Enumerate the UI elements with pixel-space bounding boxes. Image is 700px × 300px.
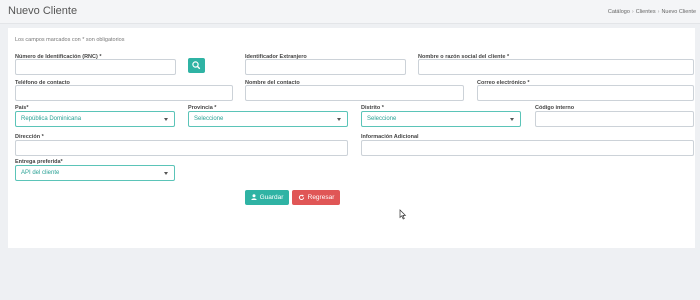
breadcrumb: Catálogo › Clientes › Nuevo Cliente bbox=[608, 9, 696, 15]
pais-selected: República Dominicana bbox=[21, 116, 82, 122]
chevron-down-icon bbox=[164, 172, 168, 175]
extranjero-input[interactable] bbox=[245, 59, 406, 75]
page-header: Nuevo Cliente Catálogo › Clientes › Nuevo Cl… bbox=[0, 0, 700, 24]
mouse-cursor-icon bbox=[399, 209, 407, 220]
direccion-input[interactable] bbox=[15, 140, 348, 156]
search-rnc-button[interactable] bbox=[188, 58, 205, 73]
refresh-icon bbox=[298, 194, 304, 200]
codigo-input[interactable] bbox=[535, 111, 694, 127]
breadcrumb-separator: › bbox=[657, 9, 660, 15]
chevron-down-icon bbox=[510, 118, 514, 121]
nombre-input[interactable] bbox=[418, 59, 694, 75]
back-label: Regresar bbox=[307, 194, 335, 201]
breadcrumb-catalogo[interactable]: Catálogo bbox=[608, 9, 630, 15]
provincia-select[interactable]: Seleccione bbox=[188, 111, 348, 127]
save-button[interactable]: Guardar bbox=[245, 190, 289, 205]
distrito-selected: Seleccione bbox=[367, 116, 397, 122]
contacto-input[interactable] bbox=[245, 85, 464, 101]
page-title: Nuevo Cliente bbox=[8, 5, 78, 17]
chevron-down-icon bbox=[337, 118, 341, 121]
telefono-input[interactable] bbox=[15, 85, 233, 101]
info-input[interactable] bbox=[361, 140, 694, 156]
distrito-select[interactable]: Seleccione bbox=[361, 111, 521, 127]
entrega-selected: API del cliente bbox=[21, 170, 60, 176]
save-label: Guardar bbox=[259, 194, 284, 201]
search-icon bbox=[192, 61, 201, 70]
entrega-select[interactable]: API del cliente bbox=[15, 165, 175, 181]
pais-select[interactable]: República Dominicana bbox=[15, 111, 175, 127]
user-icon bbox=[250, 194, 257, 201]
provincia-selected: Seleccione bbox=[194, 116, 224, 122]
breadcrumb-current: Nuevo Cliente bbox=[661, 9, 696, 15]
correo-input[interactable] bbox=[477, 85, 694, 101]
breadcrumb-separator: › bbox=[631, 9, 634, 15]
chevron-down-icon bbox=[164, 118, 168, 121]
rnc-input[interactable] bbox=[15, 59, 176, 75]
breadcrumb-clientes[interactable]: Clientes bbox=[636, 9, 656, 15]
back-button[interactable]: Regresar bbox=[292, 190, 340, 205]
required-note: Los campos marcados con * son obligatori… bbox=[15, 37, 125, 43]
